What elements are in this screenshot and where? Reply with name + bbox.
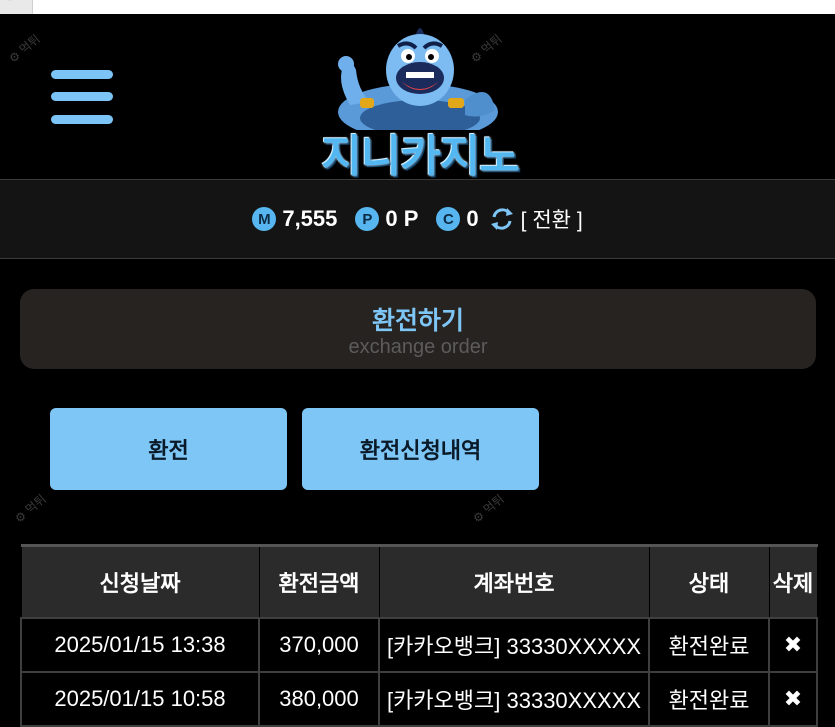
page-title: 환전하기	[371, 307, 464, 335]
c-balance-value: 0	[466, 206, 479, 231]
p-balance-value: 0 P	[385, 206, 419, 231]
row-date: 2025/01/15 13:38	[20, 617, 260, 673]
genie-mascot-icon	[338, 28, 498, 140]
header-amount: 환전금액	[258, 544, 380, 618]
header-account: 계좌번호	[378, 544, 650, 618]
browser-top-bar	[0, 0, 835, 14]
table-row: 2025/01/15 13:38 370,000 [카카오뱅크] 33330XX…	[20, 617, 818, 673]
section-title-box: 환전하기 exchange order	[20, 289, 816, 369]
balance-row: M 7,555 P 0 P C 0 [ 전환 ]	[0, 205, 835, 233]
header-status: 상태	[648, 544, 770, 618]
p-coin-icon: P	[355, 207, 380, 231]
convert-button[interactable]: [ 전환 ]	[521, 204, 583, 234]
refresh-icon[interactable]	[489, 206, 515, 232]
m-coin-icon: M	[252, 207, 277, 231]
watermark: ⚙ 먹튀	[470, 491, 507, 526]
row-amount: 370,000	[258, 617, 380, 673]
watermark: ⚙ 먹튀	[12, 491, 49, 526]
logo-text: 지니카지노	[321, 131, 519, 182]
exchange-history-button[interactable]: 환전신청내역	[302, 408, 539, 490]
page-subtitle: exchange order	[348, 336, 488, 358]
header-date: 신청날짜	[20, 544, 260, 618]
exchange-button[interactable]: 환전	[50, 408, 287, 490]
exchange-history-table: 신청날짜 환전금액 계좌번호 상태 삭제 2025/01/15 13:38 37…	[20, 544, 818, 727]
hamburger-menu-icon[interactable]	[51, 70, 113, 124]
site-header: 지니카지노	[0, 14, 835, 182]
row-status: 환전완료	[648, 617, 770, 673]
balance-bar: M 7,555 P 0 P C 0 [ 전환 ]	[0, 179, 835, 259]
m-balance-value: 7,555	[282, 206, 338, 231]
header-delete: 삭제	[768, 544, 818, 618]
delete-icon[interactable]: ✖	[768, 617, 818, 673]
c-coin-icon: C	[436, 207, 461, 231]
row-account: [카카오뱅크] 33330XXXXX	[378, 617, 650, 673]
table-header-row: 신청날짜 환전금액 계좌번호 상태 삭제	[20, 544, 818, 618]
genie-logo[interactable]: 지니카지노	[290, 20, 550, 182]
